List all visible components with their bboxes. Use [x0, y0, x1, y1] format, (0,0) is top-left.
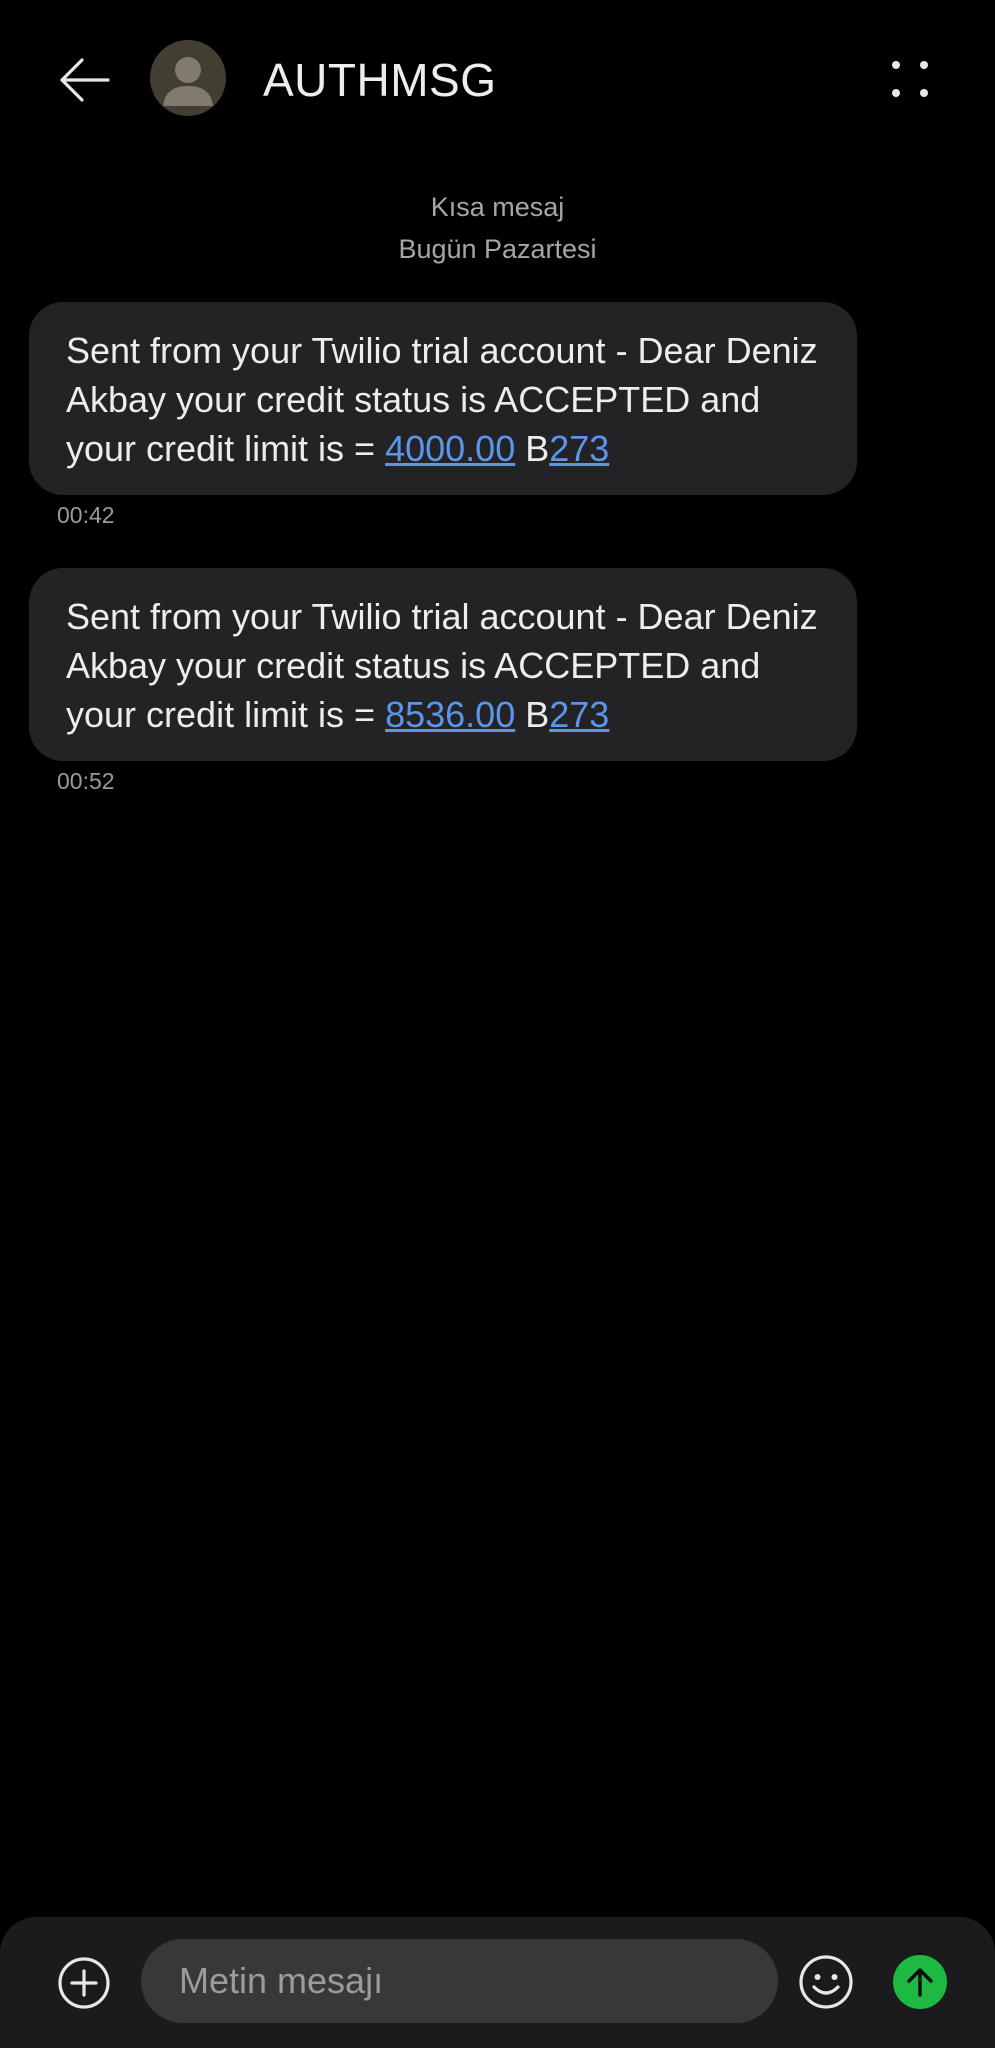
emoji-button[interactable]: [797, 1953, 855, 2011]
message-text-mid: B: [515, 694, 550, 735]
conversation-header: AUTHMSG: [0, 0, 995, 160]
message-bubble[interactable]: Sent from your Twilio trial account - De…: [29, 302, 857, 495]
back-button[interactable]: [52, 52, 116, 108]
contact-name[interactable]: AUTHMSG: [263, 52, 497, 108]
send-button[interactable]: [893, 1955, 947, 2009]
smiley-icon: [799, 1955, 853, 2009]
attach-button[interactable]: [56, 1955, 112, 2011]
message-composer: [0, 1917, 995, 2048]
code-link[interactable]: 273: [549, 694, 609, 735]
message-timestamp: 00:52: [57, 768, 115, 794]
thread-info: Kısa mesaj Bugün Pazartesi: [0, 186, 995, 270]
message-type-label: Kısa mesaj: [430, 192, 565, 222]
amount-link[interactable]: 8536.00: [385, 694, 515, 735]
message-timestamp: 00:42: [57, 502, 115, 528]
person-icon: [163, 57, 213, 106]
plus-circle-icon: [58, 1957, 110, 2009]
date-label: Bugün Pazartesi: [398, 234, 597, 264]
message-text-mid: B: [515, 428, 550, 469]
message-input[interactable]: [141, 1939, 778, 2023]
arrow-left-icon: [60, 58, 110, 102]
avatar[interactable]: [150, 40, 226, 116]
more-options-button[interactable]: [880, 52, 940, 112]
amount-link[interactable]: 4000.00: [385, 428, 515, 469]
message-bubble[interactable]: Sent from your Twilio trial account - De…: [29, 568, 857, 761]
send-arrow-icon: [907, 1968, 933, 1997]
code-link[interactable]: 273: [549, 428, 609, 469]
